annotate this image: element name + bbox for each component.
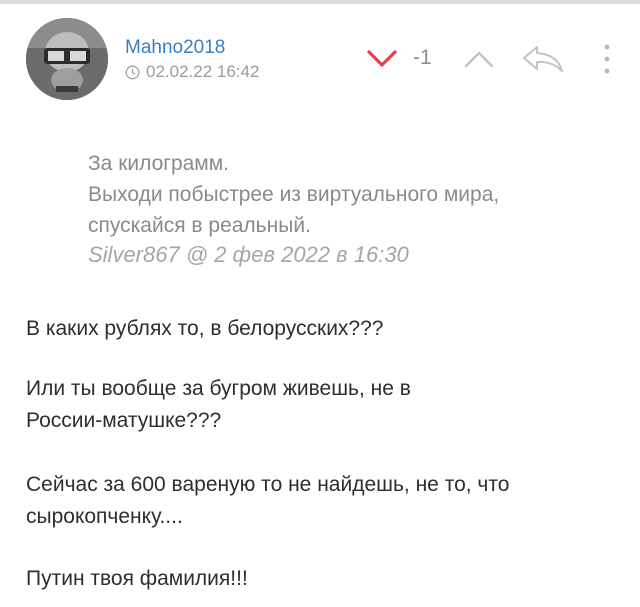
more-vertical-icon (604, 44, 610, 74)
reply-button[interactable] (521, 43, 565, 75)
quote-line: спускайся в реальный. (88, 214, 311, 237)
vote-down-button[interactable] (365, 47, 399, 71)
reply-arrow-icon (523, 46, 563, 72)
paragraph-line: сырокопченку.... (26, 505, 183, 528)
comment-paragraph: В каких рублях то, в белорусских??? (26, 313, 616, 345)
clock-icon (125, 65, 140, 80)
chevron-up-icon (464, 51, 494, 68)
paragraph-line: Путин твоя фамилия!!! (26, 567, 248, 590)
comment-datetime: 02.02.22 16:42 (125, 62, 259, 82)
paragraph-line: В каких рублях то, в белорусских??? (26, 317, 384, 340)
comment-card: Mahno2018 02.02.22 16:42 -1 За килограмм… (0, 0, 640, 607)
quote-source-link[interactable]: Silver867 @ 2 фев 2022 в 16:30 (88, 242, 409, 268)
comment-paragraph: Путин твоя фамилия!!! (26, 563, 616, 595)
comment-score: -1 (413, 46, 432, 69)
more-options-button[interactable] (597, 42, 617, 76)
vote-up-button[interactable] (462, 47, 496, 71)
datetime-text: 02.02.22 16:42 (146, 62, 260, 81)
paragraph-line: Сейчас за 600 вареную то не найдешь, не … (26, 473, 510, 496)
avatar[interactable] (26, 18, 108, 100)
comment-paragraph: Или ты вообще за бугром живешь, не в Рос… (26, 373, 616, 437)
comment-paragraph: Сейчас за 600 вареную то не найдешь, не … (26, 469, 616, 533)
paragraph-line: России-матушке??? (26, 409, 222, 432)
paragraph-line: Или ты вообще за бугром живешь, не в (26, 377, 411, 400)
quote-line: За килограмм. (88, 152, 230, 175)
author-name[interactable]: Mahno2018 (125, 37, 225, 59)
chevron-down-icon (367, 50, 397, 67)
quote-line: Выходи побыстрее из виртуального мира, (88, 183, 500, 206)
quoted-text: За килограмм. Выходи побыстрее из виртуа… (88, 148, 608, 241)
